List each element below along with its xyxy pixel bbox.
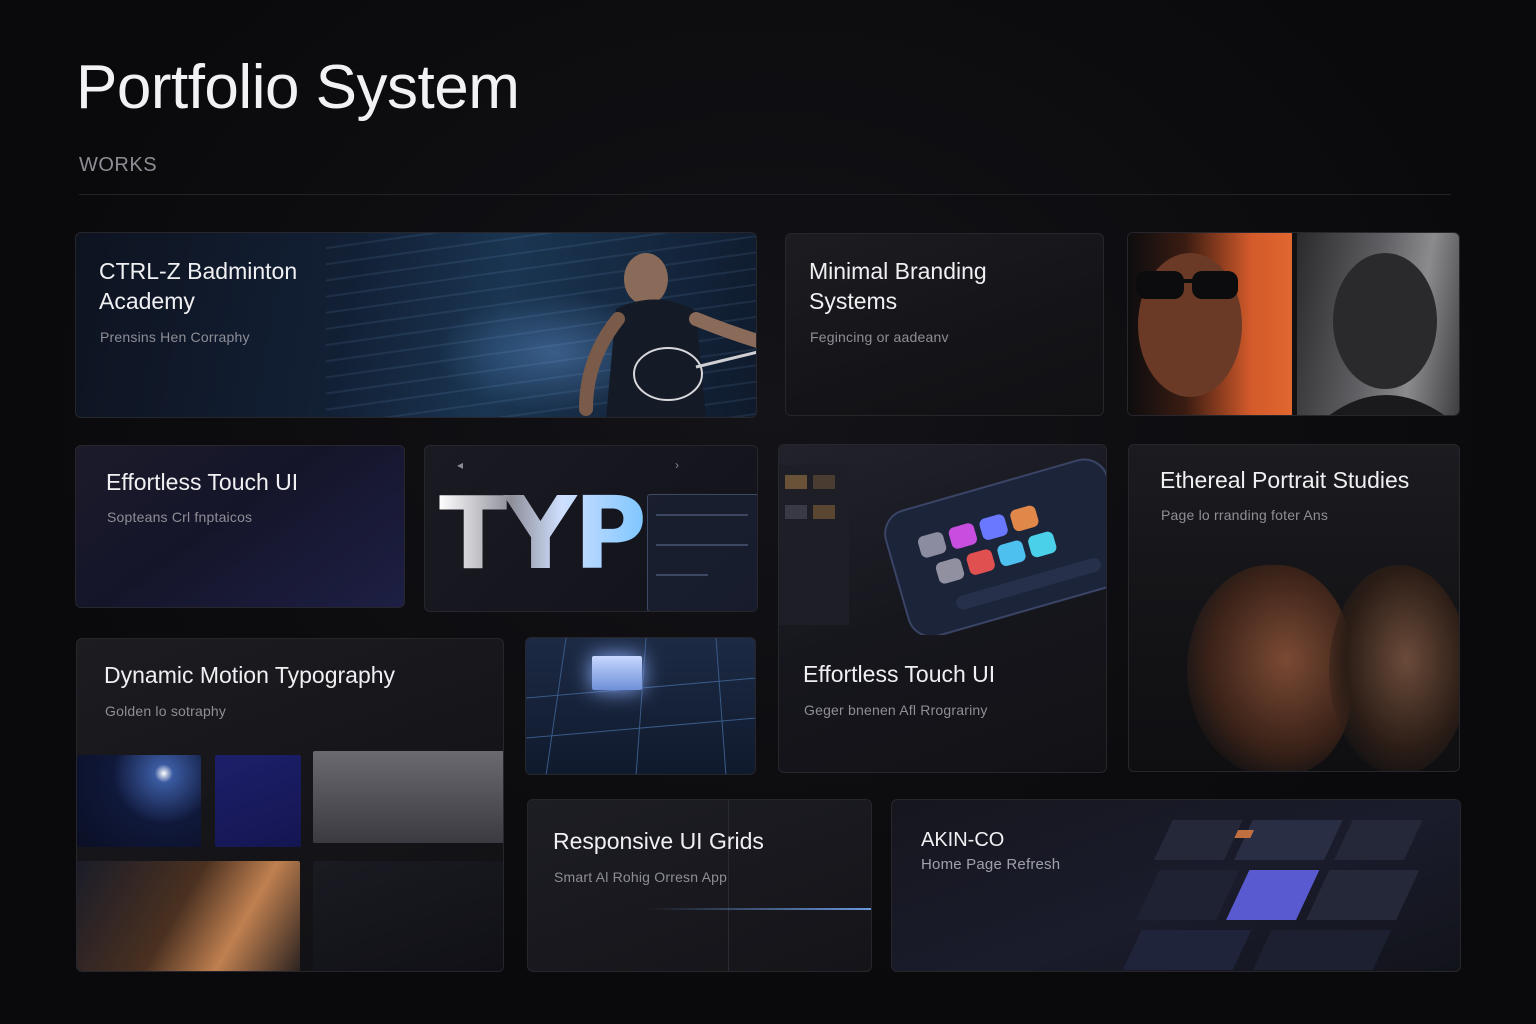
arrow-left-icon[interactable]: ◂ bbox=[457, 458, 463, 472]
card-subtitle: Sopteans Crl fnptaicos bbox=[107, 509, 253, 525]
thumbnail-text-layout-image bbox=[313, 751, 503, 843]
card-minimal-branding[interactable]: Minimal Branding Systems Fegincing or aa… bbox=[785, 233, 1104, 416]
portrait-face-image bbox=[1329, 565, 1459, 771]
portfolio-page: Portfolio System WORKS CTRL-Z Badminton … bbox=[0, 0, 1536, 1024]
card-ethereal-portrait[interactable]: Ethereal Portrait Studies Page lo rrandi… bbox=[1128, 444, 1460, 772]
card-title: Responsive UI Grids bbox=[553, 828, 764, 854]
card-subtitle: Fegincing or aadeanv bbox=[810, 329, 949, 345]
card-dynamic-motion[interactable]: Dynamic Motion Typography Golden lo sotr… bbox=[76, 638, 504, 972]
portrait-face-image bbox=[1187, 565, 1352, 771]
card-effortless-touch-large[interactable]: Effortless Touch UI Geger bnenen Afl Rro… bbox=[778, 444, 1107, 773]
portrait-sunglasses-image bbox=[1128, 233, 1292, 415]
page-title: Portfolio System bbox=[76, 53, 520, 122]
card-responsive-grids[interactable]: Responsive UI Grids Smart Al Rohig Orres… bbox=[527, 799, 872, 972]
portrait-monochrome-image bbox=[1297, 233, 1459, 415]
badminton-player-image bbox=[579, 253, 756, 417]
card-akin-co[interactable]: AKIN-CO Home Page Refresh bbox=[891, 799, 1461, 972]
glowing-tile bbox=[592, 656, 642, 690]
card-title: Minimal Branding Systems bbox=[809, 258, 987, 314]
typ-ui-panel bbox=[647, 494, 757, 611]
section-label-works: WORKS bbox=[79, 154, 158, 176]
typ-display-text: TYP bbox=[439, 475, 647, 592]
card-title: Effortless Touch UI bbox=[803, 661, 996, 687]
card-grid-tiles-art[interactable] bbox=[525, 637, 756, 775]
glow-line bbox=[648, 908, 871, 910]
thumbnail-blue-image bbox=[215, 755, 301, 847]
card-subtitle: Home Page Refresh bbox=[921, 856, 1061, 873]
card-title: CTRL-Z Badminton Academy bbox=[99, 258, 298, 314]
card-subtitle: Prensins Hen Corraphy bbox=[100, 329, 250, 345]
card-portrait-pair[interactable] bbox=[1127, 232, 1460, 416]
card-subtitle: Smart Al Rohig Orresn App bbox=[554, 869, 728, 885]
card-subtitle: Page lo rranding foter Ans bbox=[1161, 507, 1329, 523]
dashboard-screens-image bbox=[1122, 820, 1423, 970]
card-title: Ethereal Portrait Studies bbox=[1160, 467, 1410, 493]
chevron-right-icon[interactable]: › bbox=[675, 458, 679, 472]
card-title: Effortless Touch UI bbox=[106, 469, 299, 495]
card-title: AKIN-CO bbox=[921, 829, 1005, 851]
section-divider bbox=[79, 194, 1451, 195]
card-badminton-academy[interactable]: CTRL-Z Badminton Academy Prensins Hen Co… bbox=[75, 232, 757, 418]
card-subtitle: Geger bnenen Afl Rrograriny bbox=[804, 702, 988, 718]
card-subtitle: Golden lo sotraphy bbox=[105, 703, 227, 719]
thumbnail-woman-portrait-image bbox=[77, 861, 300, 971]
card-typography-typ[interactable]: ◂ › TYP bbox=[424, 445, 758, 612]
thumbnail-dark-layout-image bbox=[313, 861, 503, 971]
thumbnail-sparkle-image bbox=[77, 755, 201, 847]
card-effortless-touch-small[interactable]: Effortless Touch UI Sopteans Crl fnptaic… bbox=[75, 445, 405, 608]
phone-apps-image bbox=[779, 458, 1106, 635]
card-title: Dynamic Motion Typography bbox=[104, 662, 396, 688]
